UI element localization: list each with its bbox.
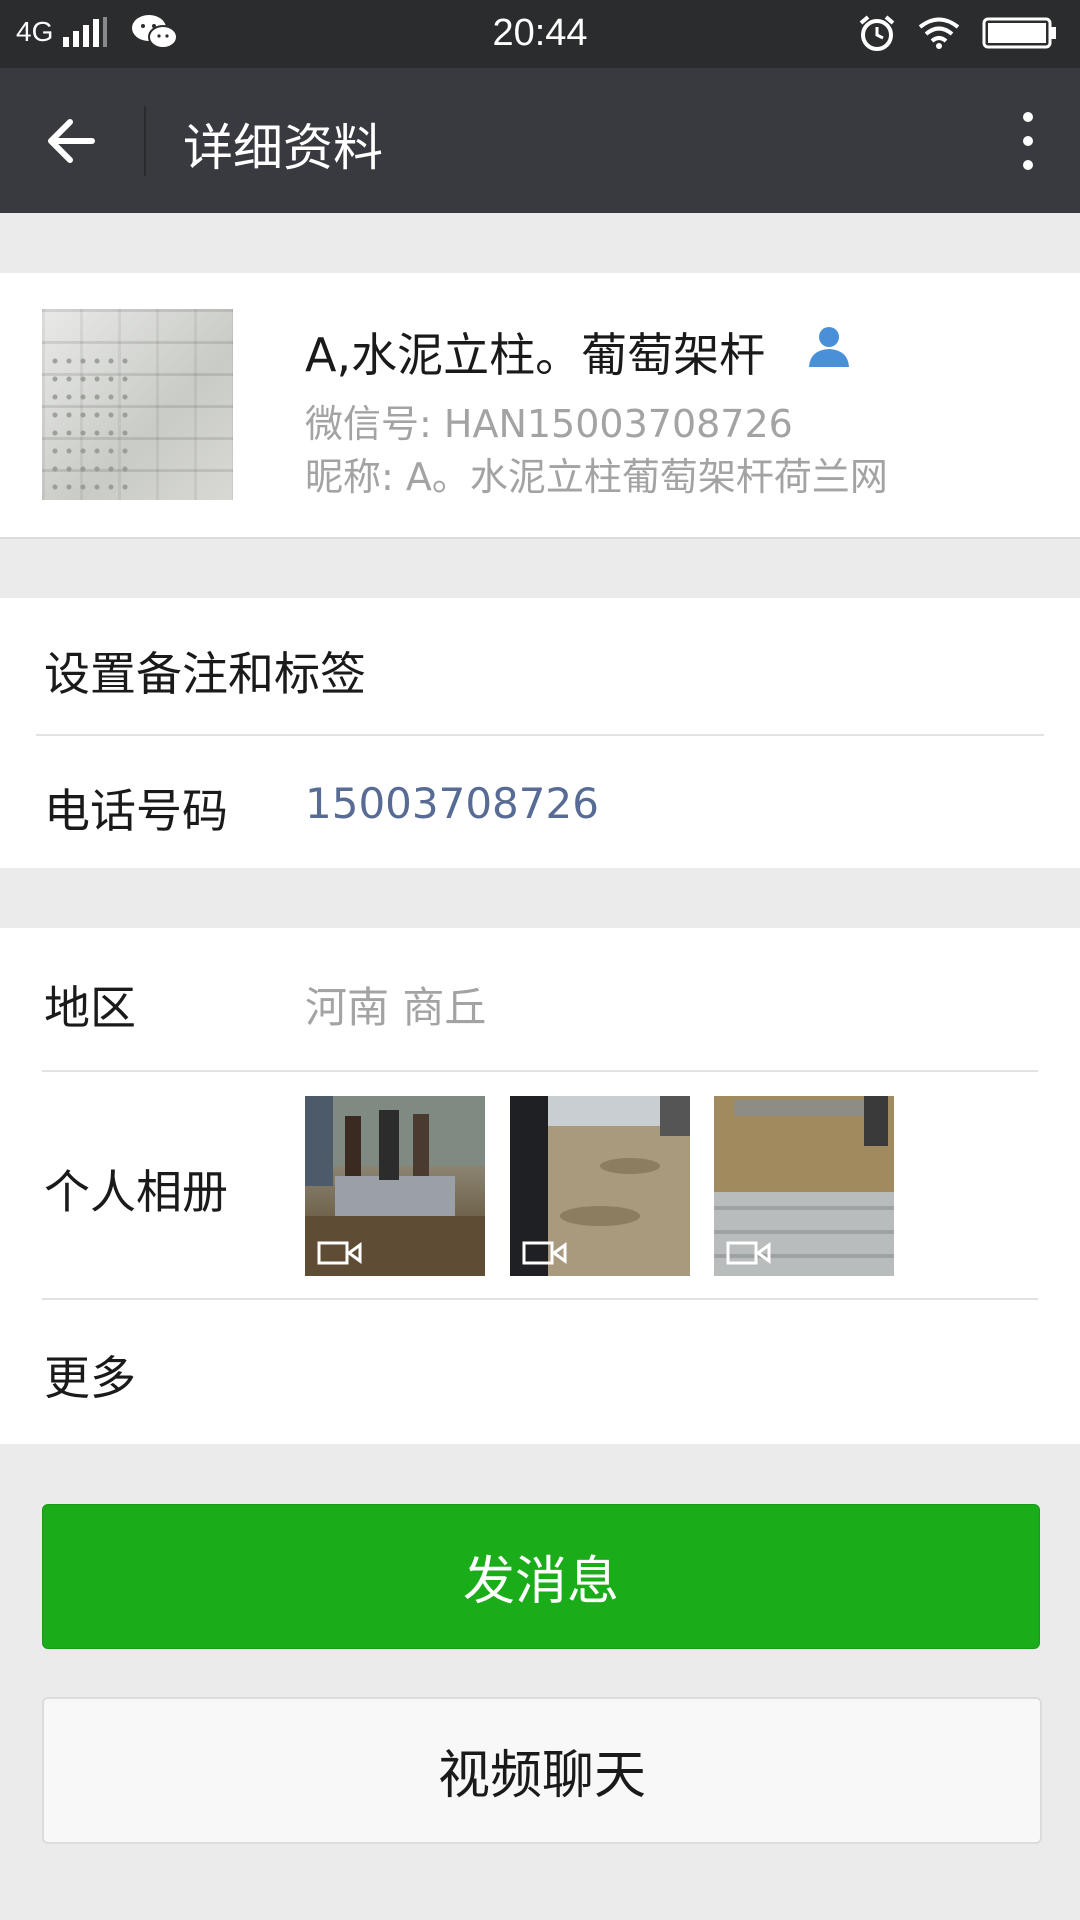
- alarm-icon: [859, 15, 895, 51]
- divider: [42, 1070, 1038, 1072]
- contact-section: 设置备注和标签 电话号码 15003708726: [0, 598, 1080, 868]
- avatar-texture: [48, 352, 128, 492]
- back-button[interactable]: [40, 110, 102, 172]
- status-right: [858, 14, 1058, 52]
- divider: [36, 734, 1044, 736]
- more-vertical-icon: [1023, 112, 1033, 170]
- battery-icon: [982, 17, 1056, 49]
- header-divider: [144, 106, 146, 176]
- avatar[interactable]: [42, 309, 233, 500]
- profile-name: A,水泥立柱。葡萄架杆: [305, 328, 766, 382]
- status-bar: 4G 20:44: [0, 0, 1080, 68]
- album-label[interactable]: 个人相册: [44, 1156, 228, 1222]
- wifi-icon: [918, 17, 960, 49]
- nickname: 昵称: A。水泥立柱葡萄架杆荷兰网: [305, 455, 888, 499]
- page-title: 详细资料: [183, 119, 383, 177]
- video-camera-icon: [726, 1241, 771, 1265]
- album-thumbnail-3[interactable]: [714, 1096, 894, 1276]
- region-label: 地区: [44, 981, 136, 1035]
- more-button[interactable]: [998, 108, 1058, 174]
- top-bar: 详细资料: [0, 68, 1080, 213]
- video-camera-icon: [317, 1241, 362, 1265]
- wechat-id: 微信号: HAN15003708726: [305, 402, 793, 446]
- remark-row[interactable]: 设置备注和标签: [44, 638, 366, 704]
- phone-number-link[interactable]: 15003708726: [305, 779, 599, 828]
- send-message-button[interactable]: 发消息: [42, 1504, 1040, 1649]
- profile-card: A,水泥立柱。葡萄架杆 微信号: HAN15003708726 昵称: A。水泥…: [0, 273, 1080, 539]
- more-row[interactable]: 更多: [44, 1342, 136, 1408]
- info-section: 地区 河南 商丘 个人相册 更多: [0, 928, 1080, 1444]
- person-icon: [809, 327, 849, 367]
- divider: [42, 1298, 1038, 1300]
- video-camera-icon: [522, 1241, 567, 1265]
- album-thumbnail-2[interactable]: [510, 1096, 690, 1276]
- phone-label: 电话号码: [44, 784, 228, 838]
- album-thumbnail-1[interactable]: [305, 1096, 485, 1276]
- region-value: 河南 商丘: [305, 983, 487, 1032]
- video-chat-button[interactable]: 视频聊天: [42, 1697, 1042, 1844]
- back-arrow-icon: [48, 119, 95, 163]
